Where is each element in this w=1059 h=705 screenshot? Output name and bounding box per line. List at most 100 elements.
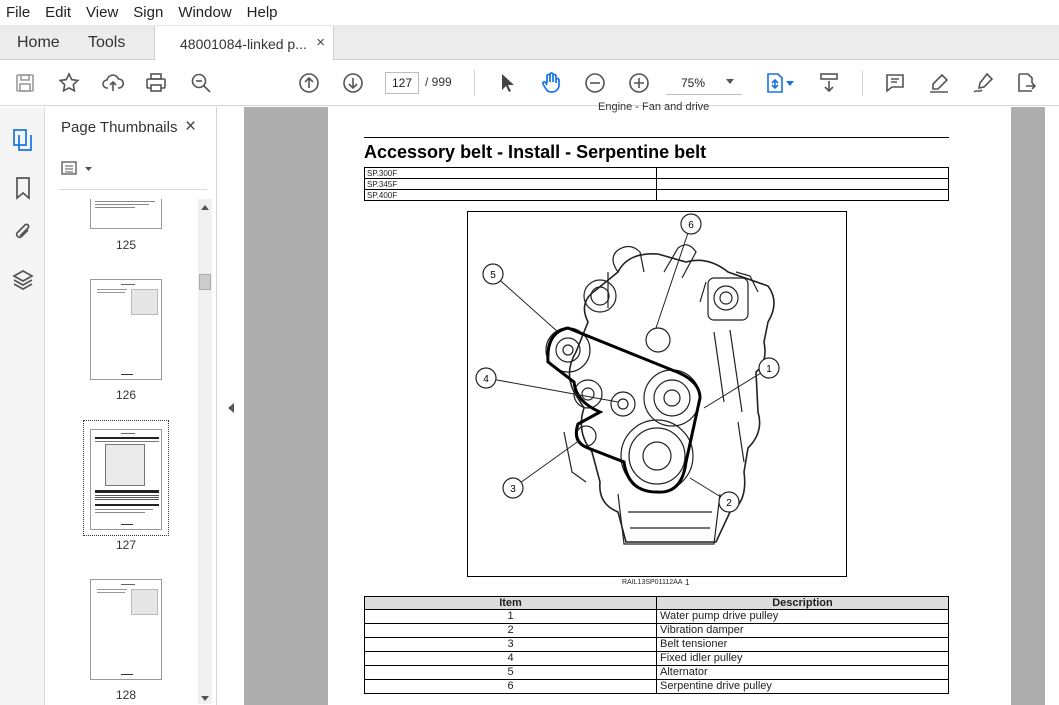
- toolbar: 127 / 999 75%: [0, 60, 1059, 106]
- toolbar-divider: [474, 70, 475, 96]
- select-arrow-icon[interactable]: [494, 71, 520, 95]
- thumbnail-page-127[interactable]: [90, 429, 162, 530]
- zoom-select[interactable]: 75%: [666, 71, 742, 95]
- menu-view[interactable]: View: [86, 4, 118, 21]
- tab-document[interactable]: 48001084-linked p... ×: [154, 26, 334, 61]
- table-row: 6 Serpentine drive pulley: [364, 679, 949, 694]
- thumbnail-scrollbar[interactable]: [198, 199, 212, 704]
- upload-icon[interactable]: [100, 71, 126, 95]
- highlight-icon[interactable]: [926, 71, 952, 95]
- thumbnail-figure: [131, 589, 158, 615]
- page-down-icon[interactable]: [340, 71, 366, 95]
- zoom-value: 75%: [681, 75, 706, 90]
- table-row: SP.300F: [364, 167, 949, 179]
- zoom-in-icon[interactable]: [626, 71, 652, 95]
- column-header-description: Description: [656, 596, 949, 610]
- item-number: 1: [364, 609, 657, 624]
- collapse-arrow-icon: [228, 403, 234, 413]
- close-tab-icon[interactable]: ×: [316, 34, 325, 51]
- figure-caption: RAIL13SP01112AA: [622, 579, 683, 586]
- save-icon[interactable]: [12, 71, 38, 95]
- page-number-input[interactable]: 127: [385, 72, 419, 94]
- model-cell: SP.345F: [364, 178, 657, 190]
- table-row: 4 Fixed idler pulley: [364, 651, 949, 666]
- fit-page-dropdown-icon[interactable]: [784, 71, 796, 95]
- model-cell: SP.300F: [364, 167, 657, 179]
- panel-divider: [59, 189, 207, 190]
- thumbnail-page-128[interactable]: [90, 579, 162, 680]
- thumbnail-page-number: 125: [115, 238, 137, 252]
- page-thumbnails-icon[interactable]: [10, 127, 36, 153]
- callout-1: 1: [766, 364, 772, 375]
- thumbnail-page-126[interactable]: [90, 279, 162, 380]
- close-panel-icon[interactable]: ×: [185, 116, 196, 138]
- thumbnail-options-button[interactable]: [59, 159, 99, 179]
- menu-edit[interactable]: Edit: [45, 4, 71, 21]
- menu-help[interactable]: Help: [247, 4, 278, 21]
- item-description: Serpentine drive pulley: [656, 679, 949, 694]
- menu-sign[interactable]: Sign: [133, 4, 163, 21]
- document-scrollbar[interactable]: [1045, 107, 1059, 705]
- comment-icon[interactable]: [882, 71, 908, 95]
- thumbnail-page-number: 127: [115, 538, 137, 552]
- header-rule: [364, 137, 949, 138]
- menu-file[interactable]: File: [6, 4, 30, 21]
- scroll-mode-icon[interactable]: [816, 71, 842, 95]
- model-cell: SP.400F: [364, 189, 657, 201]
- scrollbar-thumb[interactable]: [199, 274, 211, 290]
- items-table: Item Description 1 Water pump drive pulle…: [364, 596, 949, 694]
- running-header: Engine - Fan and drive: [598, 101, 710, 113]
- item-number: 5: [364, 665, 657, 680]
- thumbnail-panel: Page Thumbnails × 125 126 127 128: [45, 107, 217, 705]
- print-icon[interactable]: [143, 71, 169, 95]
- export-icon[interactable]: [1013, 71, 1039, 95]
- menu-window[interactable]: Window: [178, 4, 231, 21]
- hand-icon[interactable]: [538, 71, 564, 95]
- engine-drawing: 1 2 3 4 5 6: [475, 213, 780, 545]
- callout-5: 5: [490, 270, 496, 281]
- page-up-icon[interactable]: [296, 71, 322, 95]
- table-cell: [656, 178, 949, 190]
- bookmark-icon[interactable]: [10, 175, 36, 201]
- menu-bar: File Edit View Sign Window Help: [0, 0, 1059, 26]
- thumbnail-figure: [131, 289, 158, 315]
- item-number: 4: [364, 651, 657, 666]
- callout-6: 6: [688, 220, 694, 231]
- table-row: 3 Belt tensioner: [364, 637, 949, 652]
- page-gutter: [1011, 107, 1045, 705]
- scroll-up-icon: [201, 205, 209, 210]
- document-viewport[interactable]: Engine - Fan and drive Accessory belt - …: [244, 101, 1059, 705]
- column-header-item: Item: [364, 596, 657, 610]
- zoom-search-icon[interactable]: [188, 71, 214, 95]
- table-row: SP.400F: [364, 189, 949, 201]
- page-total: / 999: [425, 75, 452, 89]
- page-title: Accessory belt - Install - Serpentine be…: [364, 142, 707, 162]
- table-cell: [656, 167, 949, 179]
- panel-title: Page Thumbnails: [61, 119, 178, 136]
- item-number: 2: [364, 623, 657, 638]
- layers-icon[interactable]: [10, 267, 36, 293]
- table-row: 1 Water pump drive pulley: [364, 609, 949, 624]
- item-description: Fixed idler pulley: [656, 651, 949, 666]
- table-cell: [656, 189, 949, 201]
- thumbnail-page-125[interactable]: [90, 199, 162, 229]
- left-rail: [0, 107, 45, 705]
- toolbar-divider: [862, 70, 863, 96]
- table-row: SP.345F: [364, 178, 949, 190]
- zoom-out-icon[interactable]: [582, 71, 608, 95]
- collapse-panel-button[interactable]: [218, 107, 244, 705]
- sign-icon[interactable]: [970, 71, 996, 95]
- item-description: Belt tensioner: [656, 637, 949, 652]
- model-table: SP.300F SP.345F SP.400F: [364, 167, 949, 201]
- tab-home[interactable]: Home: [17, 26, 60, 60]
- item-description: Water pump drive pulley: [656, 609, 949, 624]
- callout-2: 2: [726, 498, 732, 509]
- item-number: 3: [364, 637, 657, 652]
- thumbnail-page-number: 126: [115, 388, 137, 402]
- callout-3: 3: [510, 484, 516, 495]
- tab-tools[interactable]: Tools: [88, 26, 125, 60]
- item-number: 6: [364, 679, 657, 694]
- engine-figure: 1 2 3 4 5 6: [467, 211, 847, 577]
- attachment-icon[interactable]: [10, 219, 36, 245]
- star-icon[interactable]: [56, 71, 82, 95]
